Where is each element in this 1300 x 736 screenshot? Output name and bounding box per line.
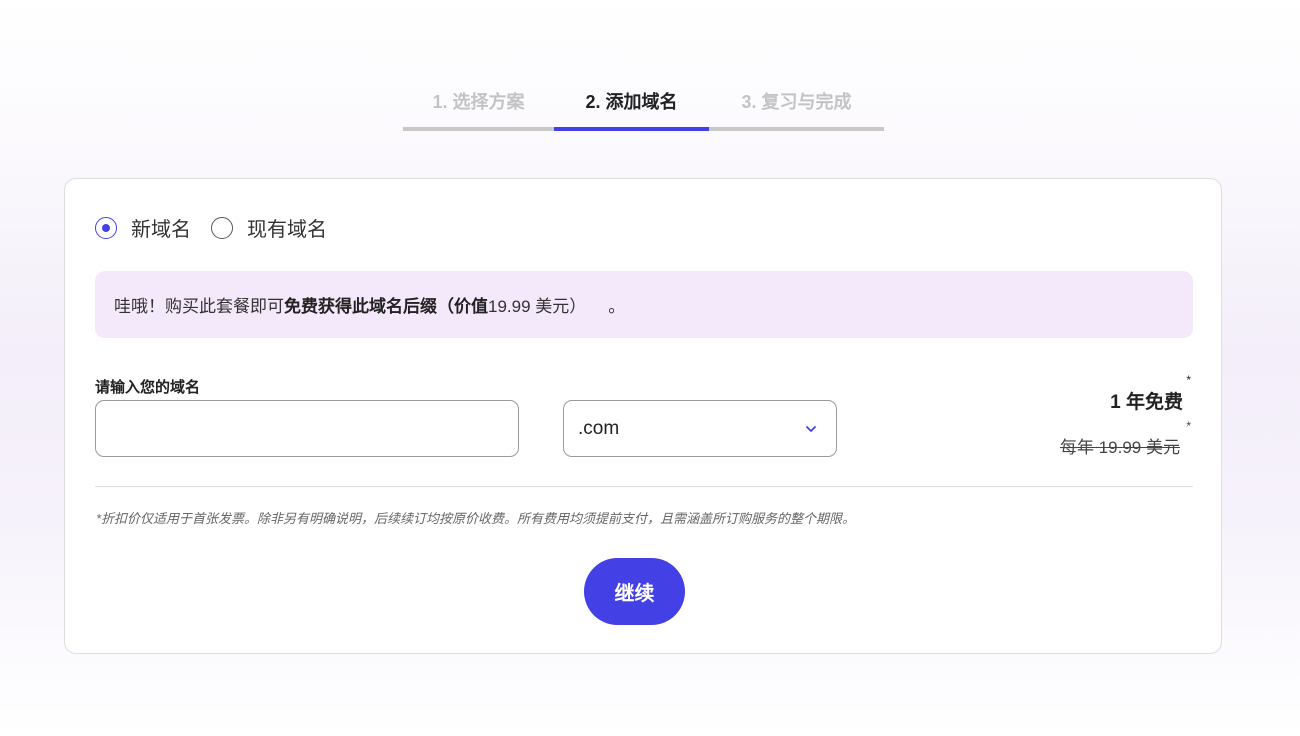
continue-button[interactable]: 继续	[584, 558, 685, 625]
step-add-domain: 2. 添加域名	[554, 88, 709, 132]
step-label: 3. 复习与完成	[741, 92, 852, 112]
regular-price: 每年 19.99 美元	[1060, 438, 1180, 457]
step-progress-bar	[554, 127, 709, 131]
domain-name-input[interactable]	[95, 400, 519, 457]
progress-stepper: 1. 选择方案 2. 添加域名 3. 复习与完成	[403, 88, 884, 132]
existing-domain-radio[interactable]	[211, 216, 233, 239]
step-review-complete: 3. 复习与完成	[709, 88, 884, 132]
promo-prefix: 哇哦！购买此套餐即可	[114, 297, 284, 316]
new-domain-label[interactable]: 新域名	[131, 213, 191, 242]
existing-domain-label[interactable]: 现有域名	[247, 213, 327, 242]
chevron-down-icon	[806, 426, 816, 432]
price-asterisk: *	[1186, 419, 1191, 433]
step-select-plan: 1. 选择方案	[403, 88, 554, 132]
free-period-label: 1 年免费	[1110, 392, 1183, 413]
discount-disclaimer: *折扣价仅适用于首张发票。除非另有明确说明，后续续订均按原价收费。所有费用均须提…	[96, 511, 856, 526]
step-label: 1. 选择方案	[432, 92, 525, 112]
domain-card: 新域名 现有域名 哇哦！购买此套餐即可 免费获得此域名后缀（价值 19.99 美元）…	[64, 178, 1222, 654]
promo-value: 19.99 美元）	[488, 297, 587, 316]
divider	[95, 486, 1193, 487]
promo-banner: 哇哦！购买此套餐即可 免费获得此域名后缀（价值 19.99 美元） 。	[95, 271, 1193, 338]
free-asterisk: *	[1186, 373, 1191, 387]
step-label: 2. 添加域名	[585, 92, 678, 112]
promo-bold: 免费获得此域名后缀（价值	[284, 297, 488, 316]
step-progress-bar	[709, 127, 884, 131]
domain-input-label: 请输入您的域名	[95, 379, 201, 396]
step-progress-bar	[403, 127, 554, 131]
tld-select[interactable]: .com	[563, 400, 837, 457]
tld-selected-value: .com	[578, 417, 620, 439]
new-domain-radio[interactable]	[95, 216, 117, 239]
domain-type-radio-group: 新域名 现有域名	[95, 213, 347, 242]
promo-suffix: 。	[608, 297, 626, 316]
